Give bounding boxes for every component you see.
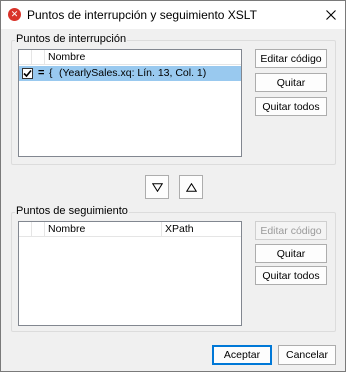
breakpoints-list[interactable]: Nombre = { (YearlySales.xq: Lín. 13, Col… [18, 49, 242, 157]
tracepoints-list-header: Nombre XPath [19, 222, 241, 237]
checkmark-icon [23, 69, 32, 78]
move-up-button[interactable] [179, 175, 203, 199]
triangle-down-icon [151, 182, 163, 192]
breakpoint-brace: { [49, 67, 53, 79]
checkbox-column-header[interactable] [19, 50, 32, 65]
tracepoint-remove-all-button[interactable]: Quitar todos [255, 266, 327, 285]
tracepoints-list[interactable]: Nombre XPath [18, 221, 242, 326]
breakpoint-row[interactable]: = { (YearlySales.xq: Lín. 13, Col. 1) [19, 66, 241, 81]
tracepoints-group-label: Puntos de seguimiento [15, 205, 129, 217]
breakpoint-location: (YearlySales.xq: Lín. 13, Col. 1) [59, 67, 207, 79]
cancel-button[interactable]: Cancelar [278, 345, 336, 365]
breakpoint-enabled-checkbox[interactable] [22, 68, 33, 79]
close-icon [326, 10, 336, 20]
breakpoint-edit-code-button[interactable]: Editar código [255, 49, 327, 68]
move-down-button[interactable] [145, 175, 169, 199]
accept-button[interactable]: Aceptar [212, 345, 272, 365]
breakpoints-list-header: Nombre [19, 50, 241, 65]
checkbox-column-header[interactable] [19, 222, 32, 237]
name-column-header[interactable]: Nombre [45, 50, 241, 65]
dialog-window: ✕ Puntos de interrupción y seguimiento X… [0, 0, 346, 372]
breakpoint-remove-button[interactable]: Quitar [255, 73, 327, 92]
triangle-up-icon [185, 182, 197, 192]
title-bar: ✕ Puntos de interrupción y seguimiento X… [1, 1, 345, 29]
marker-column-header[interactable] [32, 50, 45, 65]
breakpoint-remove-all-button[interactable]: Quitar todos [255, 97, 327, 116]
tracepoint-remove-button[interactable]: Quitar [255, 244, 327, 263]
breakpoints-group-label: Puntos de interrupción [15, 33, 128, 45]
window-title: Puntos de interrupción y seguimiento XSL… [27, 8, 257, 22]
name-column-header[interactable]: Nombre [45, 222, 162, 237]
tracepoint-edit-code-button[interactable]: Editar código [255, 221, 327, 240]
breakpoint-marker: = [38, 67, 45, 79]
marker-column-header[interactable] [32, 222, 45, 237]
close-button[interactable] [317, 1, 345, 29]
xpath-column-header[interactable]: XPath [162, 222, 241, 237]
app-icon: ✕ [8, 8, 21, 21]
